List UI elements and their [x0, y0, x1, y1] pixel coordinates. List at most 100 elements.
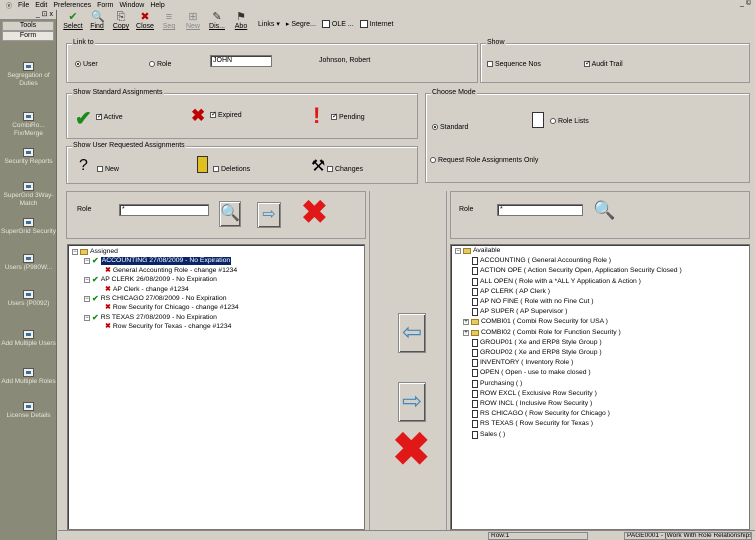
- move-right-button[interactable]: ⇨: [398, 382, 426, 422]
- menu-window[interactable]: Window: [119, 2, 144, 9]
- tree-node[interactable]: AP CLERK ( AP Clerk ): [463, 287, 550, 296]
- sidebar-item[interactable]: CombiRo... Fix/Merge: [0, 112, 57, 137]
- collapse-icon[interactable]: −: [72, 249, 78, 255]
- form-icon: [23, 290, 34, 299]
- toolbar-button[interactable]: ⊞ New: [182, 10, 204, 38]
- right-role-input[interactable]: *: [497, 204, 583, 216]
- sidebar-form-tab[interactable]: Form: [2, 31, 54, 41]
- toolbar-button[interactable]: ✖ Close: [134, 10, 156, 38]
- sidebar-item[interactable]: Users (P0092): [0, 290, 57, 308]
- sidebar-tools-tab[interactable]: Tools: [2, 21, 54, 31]
- toolbar-button[interactable]: ≡ Seq: [158, 10, 180, 38]
- tree-node[interactable]: − ✔ RS TEXAS 27/08/2009 - No Expiration: [84, 313, 217, 322]
- form-icon: [23, 402, 34, 411]
- audit-trail-checkbox[interactable]: Audit Trail: [584, 59, 623, 68]
- tree-node[interactable]: − ✔ RS CHICAGO 27/08/2009 - No Expiration: [84, 295, 227, 303]
- sidebar-item[interactable]: Add Multiple Roles: [0, 368, 57, 386]
- tree-node[interactable]: − Assigned: [72, 248, 118, 256]
- right-search-button[interactable]: 🔍: [593, 200, 615, 221]
- assigned-roles-tree[interactable]: − Assigned − ✔ ACCOUNTING 27/08/2009 - No Ex…: [67, 244, 365, 530]
- collapse-icon[interactable]: −: [84, 314, 90, 321]
- tree-node[interactable]: ✖ Row Security for Texas - change #1234: [96, 323, 231, 331]
- folder-icon: [471, 319, 479, 326]
- menu-edit[interactable]: Edit: [35, 2, 47, 9]
- ole-link[interactable]: OLE ...: [321, 10, 354, 38]
- sidebar-item[interactable]: SuperGrid 3Way-Match: [0, 182, 57, 207]
- changes-checkbox[interactable]: Changes: [327, 166, 363, 173]
- sidebar-pin-controls[interactable]: _ ⊡ x: [36, 10, 53, 18]
- request-only-radio[interactable]: Request Role Assignments Only: [430, 157, 538, 164]
- tree-node[interactable]: ✖ Row Security for Chicago - change #1234: [96, 304, 239, 312]
- tree-node[interactable]: + COMBI02 ( Combi Role for Function Secur…: [463, 329, 621, 337]
- app-icon: ⓔ: [6, 3, 13, 10]
- standard-mode-radio[interactable]: Standard: [432, 124, 468, 131]
- tree-node[interactable]: ACCOUNTING ( General Accounting Role ): [463, 257, 612, 266]
- user-radio[interactable]: User: [75, 61, 98, 68]
- left-search-button[interactable]: 🔍: [219, 201, 241, 227]
- choose-mode-legend: Choose Mode: [431, 89, 477, 96]
- collapse-icon[interactable]: −: [455, 248, 461, 254]
- delete-x-icon[interactable]: ✖: [392, 424, 431, 474]
- sidebar-item[interactable]: SuperGrid Security: [0, 218, 57, 236]
- collapse-icon[interactable]: −: [84, 296, 90, 302]
- expand-icon[interactable]: +: [463, 319, 469, 326]
- remove-x-icon[interactable]: ✖: [301, 194, 328, 230]
- tree-node-label: ACCOUNTING ( General Accounting Role ): [480, 257, 612, 265]
- tree-node[interactable]: AP SUPER ( AP Supervisor ): [463, 308, 567, 317]
- tree-node[interactable]: ✖ General Accounting Role - change #1234: [96, 267, 237, 275]
- role-radio[interactable]: Role: [149, 61, 171, 68]
- toolbar-button[interactable]: 🔍 Find: [86, 10, 108, 38]
- available-roles-tree[interactable]: − Available ACCOUNTING ( General Accountin…: [450, 244, 750, 530]
- tree-node[interactable]: − ✔ ACCOUNTING 27/08/2009 - No Expiration: [84, 257, 232, 266]
- role-lists-radio[interactable]: Role Lists: [550, 118, 589, 125]
- sidebar-item[interactable]: License Details: [0, 402, 57, 420]
- tree-node[interactable]: + COMBI01 ( Combi Row Security for USA ): [463, 318, 608, 326]
- active-checkbox[interactable]: Active: [96, 112, 123, 121]
- left-role-input[interactable]: *: [119, 204, 209, 216]
- collapse-icon[interactable]: −: [84, 277, 90, 284]
- sequence-nos-checkbox[interactable]: Sequence Nos: [487, 61, 541, 68]
- tree-node[interactable]: Sales ( ): [463, 430, 505, 439]
- tree-node[interactable]: ROW INCL ( Inclusive Row Security ): [463, 400, 592, 408]
- tree-node[interactable]: ACTION OPE ( Action Security Open, Appli…: [463, 267, 682, 276]
- tree-node[interactable]: ROW EXCL ( Exclusive Row Security ): [463, 389, 597, 398]
- tree-node[interactable]: ALL OPEN ( Role with a *ALL Y Applicatio…: [463, 277, 641, 286]
- move-left-button[interactable]: ⇦: [398, 313, 426, 353]
- internet-link[interactable]: Internet: [359, 10, 393, 38]
- tree-node[interactable]: − Available: [455, 247, 500, 255]
- user-id-input[interactable]: JOHN: [210, 55, 272, 67]
- tree-node[interactable]: − ✔ AP CLERK 26/08/2009 - No Expiration: [84, 276, 217, 284]
- pending-checkbox[interactable]: Pending: [331, 112, 365, 121]
- sidebar-item[interactable]: Users (P980W...: [0, 254, 57, 272]
- expired-checkbox[interactable]: Expired: [210, 110, 242, 119]
- deletions-checkbox[interactable]: Deletions: [213, 166, 250, 173]
- tree-node[interactable]: GROUP01 ( Xe and ERP8 Style Group ): [463, 338, 602, 347]
- menu-preferences[interactable]: Preferences: [53, 2, 91, 9]
- sidebar-item[interactable]: Segregation of Duties: [0, 62, 57, 87]
- tree-node[interactable]: AP NO FINE ( Role with no Fine Cut ): [463, 298, 594, 306]
- links-button[interactable]: Links ▾: [258, 10, 280, 38]
- new-checkbox[interactable]: New: [97, 166, 119, 173]
- toolbar-button[interactable]: ✎ Dis...: [206, 10, 228, 38]
- collapse-icon[interactable]: −: [84, 258, 90, 265]
- menu-help[interactable]: Help: [150, 2, 164, 9]
- tree-node[interactable]: Purchasing ( ): [463, 379, 522, 388]
- tree-node[interactable]: INVENTORY ( Inventory Role ): [463, 359, 573, 368]
- tree-node[interactable]: ✖ AP Clerk - change #1234: [96, 286, 189, 294]
- tree-node[interactable]: GROUP02 ( Xe and ERP8 Style Group ): [463, 349, 602, 357]
- window-controls[interactable]: _ ©: [740, 0, 751, 7]
- sidebar-item[interactable]: Add Multiple Users: [0, 330, 57, 348]
- menu-form[interactable]: Form: [97, 2, 113, 9]
- toolbar-button[interactable]: ⎘ Copy: [110, 10, 132, 38]
- menu-file[interactable]: File: [18, 2, 29, 9]
- sidebar-item[interactable]: Security Reports: [0, 148, 57, 166]
- toolbar-button[interactable]: ✔ Select: [62, 10, 84, 38]
- tree-node[interactable]: RS TEXAS ( Row Security for Texas ): [463, 420, 593, 429]
- tree-node[interactable]: RS CHICAGO ( Row Security for Chicago ): [463, 410, 610, 419]
- toolbar-button[interactable]: ⚑ Abo: [230, 10, 252, 38]
- tree-node[interactable]: OPEN ( Open - use to make closed ): [463, 369, 591, 378]
- segre-link[interactable]: ▸ Segre...: [286, 10, 316, 38]
- expand-icon[interactable]: +: [463, 329, 469, 336]
- move-right-small-button[interactable]: ⇨: [257, 202, 281, 228]
- toolbar-icon: 🔍: [91, 11, 105, 23]
